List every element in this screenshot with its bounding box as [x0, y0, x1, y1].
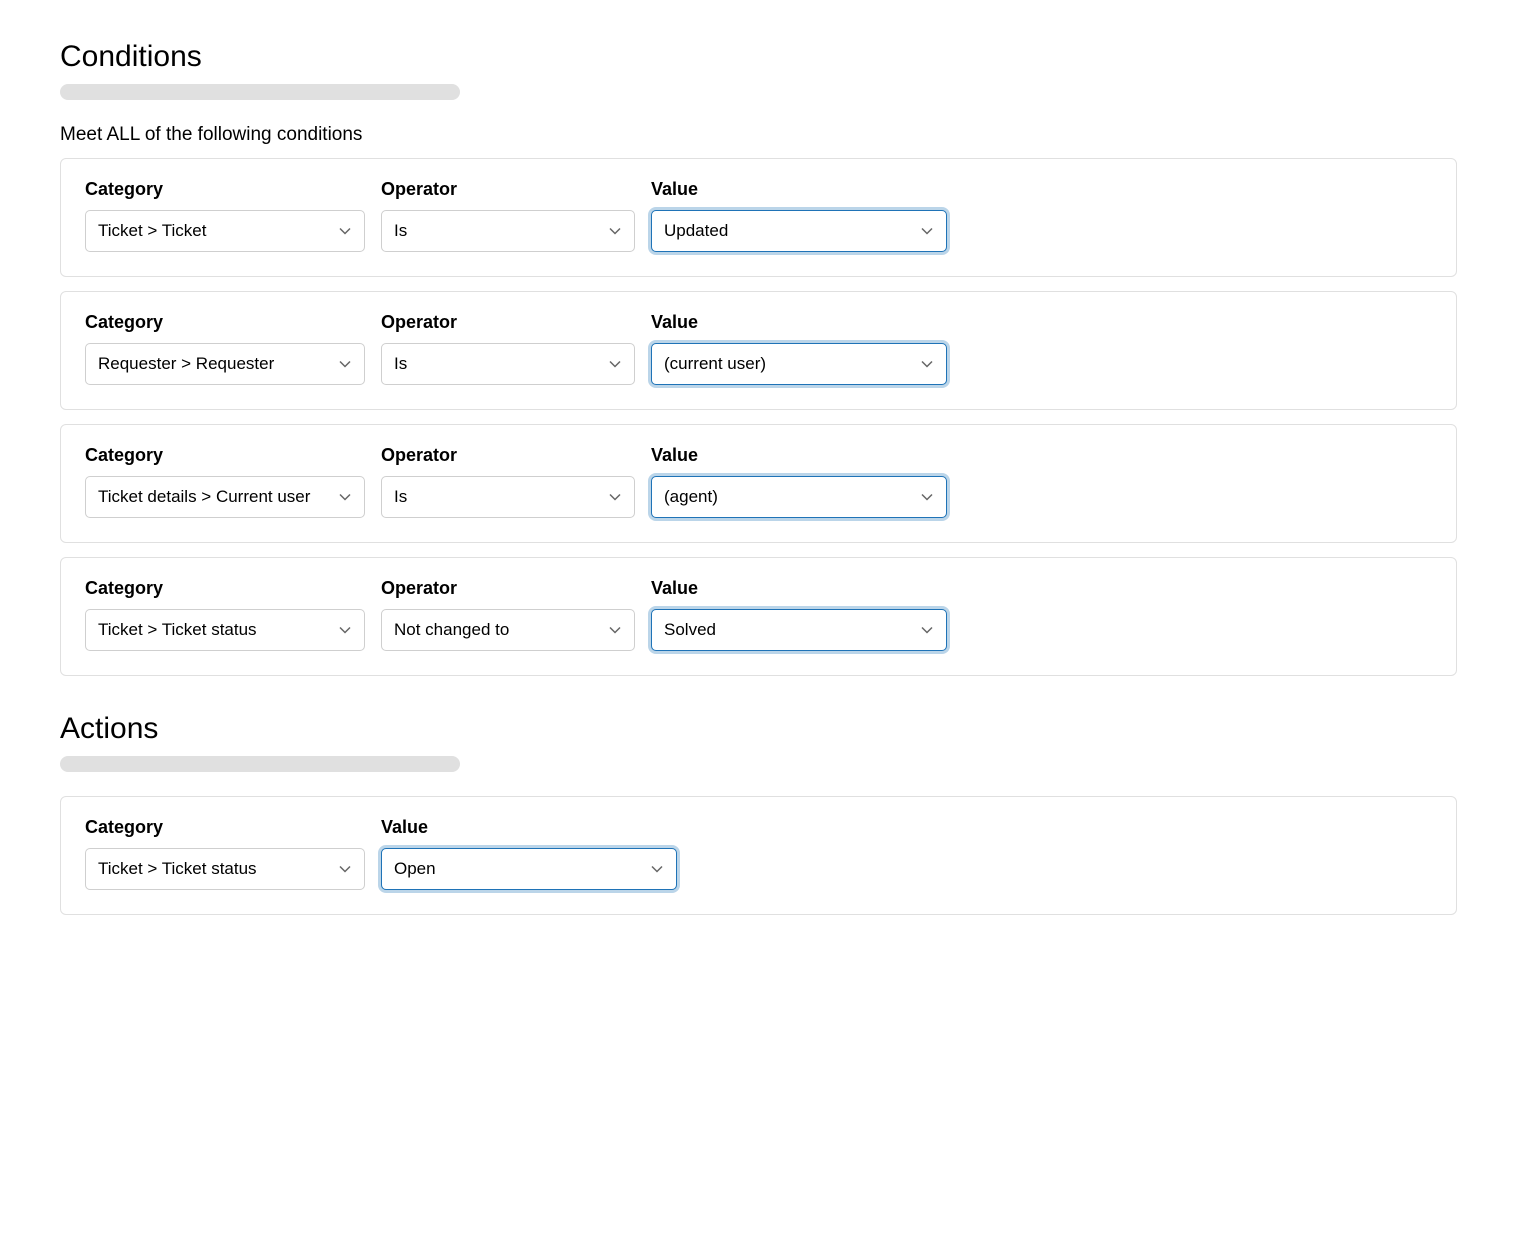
condition-row: Category Ticket > Ticket Operator Is Val… — [60, 158, 1457, 277]
category-field: Category Ticket > Ticket status — [85, 578, 365, 651]
category-field: Category Ticket details > Current user — [85, 445, 365, 518]
category-label: Category — [85, 578, 365, 599]
value-value: (agent) — [664, 487, 718, 507]
category-label: Category — [85, 179, 365, 200]
category-dropdown[interactable]: Ticket details > Current user — [85, 476, 365, 518]
value-value: Updated — [664, 221, 728, 241]
operator-label: Operator — [381, 179, 635, 200]
category-dropdown[interactable]: Ticket > Ticket status — [85, 609, 365, 651]
category-field: Category Ticket > Ticket — [85, 179, 365, 252]
category-value: Ticket > Ticket — [98, 221, 206, 241]
chevron-down-icon — [338, 224, 352, 238]
chevron-down-icon — [920, 490, 934, 504]
category-field: Category Ticket > Ticket status — [85, 817, 365, 890]
chevron-down-icon — [920, 357, 934, 371]
category-label: Category — [85, 445, 365, 466]
operator-value: Is — [394, 354, 407, 374]
value-value: Open — [394, 859, 436, 879]
value-label: Value — [651, 179, 947, 200]
chevron-down-icon — [338, 623, 352, 637]
value-dropdown[interactable]: Updated — [651, 210, 947, 252]
actions-description-placeholder — [60, 756, 460, 772]
value-value: (current user) — [664, 354, 766, 374]
chevron-down-icon — [650, 862, 664, 876]
value-value: Solved — [664, 620, 716, 640]
condition-row: Category Ticket details > Current user O… — [60, 424, 1457, 543]
category-label: Category — [85, 312, 365, 333]
chevron-down-icon — [608, 224, 622, 238]
chevron-down-icon — [338, 490, 352, 504]
category-value: Ticket > Ticket status — [98, 620, 257, 640]
conditions-subtitle: Meet ALL of the following conditions — [60, 124, 1457, 146]
category-dropdown[interactable]: Ticket > Ticket status — [85, 848, 365, 890]
chevron-down-icon — [338, 862, 352, 876]
operator-value: Not changed to — [394, 620, 509, 640]
operator-value: Is — [394, 487, 407, 507]
operator-field: Operator Is — [381, 312, 635, 385]
operator-field: Operator Is — [381, 445, 635, 518]
value-field: Value (agent) — [651, 445, 947, 518]
value-field: Value Solved — [651, 578, 947, 651]
operator-dropdown[interactable]: Not changed to — [381, 609, 635, 651]
operator-value: Is — [394, 221, 407, 241]
category-field: Category Requester > Requester — [85, 312, 365, 385]
value-dropdown[interactable]: (agent) — [651, 476, 947, 518]
condition-row: Category Requester > Requester Operator … — [60, 291, 1457, 410]
value-label: Value — [651, 445, 947, 466]
category-dropdown[interactable]: Ticket > Ticket — [85, 210, 365, 252]
value-dropdown[interactable]: (current user) — [651, 343, 947, 385]
category-dropdown[interactable]: Requester > Requester — [85, 343, 365, 385]
value-field: Value Open — [381, 817, 677, 890]
chevron-down-icon — [920, 224, 934, 238]
value-label: Value — [381, 817, 677, 838]
operator-field: Operator Not changed to — [381, 578, 635, 651]
condition-row: Category Ticket > Ticket status Operator… — [60, 557, 1457, 676]
value-field: Value Updated — [651, 179, 947, 252]
actions-heading: Actions — [60, 712, 1457, 746]
chevron-down-icon — [920, 623, 934, 637]
conditions-description-placeholder — [60, 84, 460, 100]
category-value: Requester > Requester — [98, 354, 274, 374]
category-label: Category — [85, 817, 365, 838]
chevron-down-icon — [608, 357, 622, 371]
value-label: Value — [651, 578, 947, 599]
action-row: Category Ticket > Ticket status Value Op… — [60, 796, 1457, 915]
value-dropdown[interactable]: Solved — [651, 609, 947, 651]
operator-dropdown[interactable]: Is — [381, 476, 635, 518]
category-value: Ticket details > Current user — [98, 487, 310, 507]
operator-label: Operator — [381, 578, 635, 599]
operator-dropdown[interactable]: Is — [381, 210, 635, 252]
value-field: Value (current user) — [651, 312, 947, 385]
operator-field: Operator Is — [381, 179, 635, 252]
chevron-down-icon — [608, 623, 622, 637]
operator-label: Operator — [381, 445, 635, 466]
category-value: Ticket > Ticket status — [98, 859, 257, 879]
actions-section: Actions Category Ticket > Ticket status … — [60, 712, 1457, 915]
value-dropdown[interactable]: Open — [381, 848, 677, 890]
value-label: Value — [651, 312, 947, 333]
operator-label: Operator — [381, 312, 635, 333]
chevron-down-icon — [608, 490, 622, 504]
conditions-heading: Conditions — [60, 40, 1457, 74]
operator-dropdown[interactable]: Is — [381, 343, 635, 385]
chevron-down-icon — [338, 357, 352, 371]
